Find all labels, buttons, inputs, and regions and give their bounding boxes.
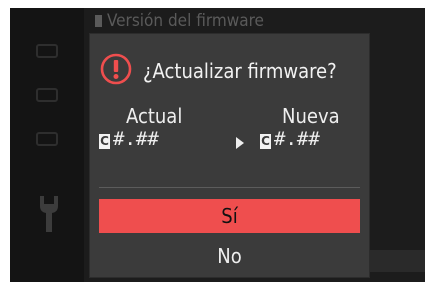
version-prefix-icon: C [260, 134, 271, 149]
new-version: C #.## [260, 128, 320, 150]
wrench-icon [40, 196, 58, 232]
firmware-update-dialog: ¿Actualizar firmware? Actual Nueva C #.##… [90, 34, 369, 277]
header-marker [95, 15, 102, 27]
warning-exclamation-icon [100, 53, 132, 85]
background-menu-header: Versión del firmware [95, 11, 264, 31]
menu-tab-marker [36, 88, 58, 102]
menu-tab-marker [36, 44, 58, 58]
right-arrow-icon [236, 137, 244, 149]
dialog-title: ¿Actualizar firmware? [143, 59, 337, 83]
dialog-title-row: ¿Actualizar firmware? [90, 34, 369, 110]
new-version-value: #.## [274, 128, 320, 150]
background-panel [370, 250, 425, 272]
yes-button[interactable]: Sí [99, 199, 360, 233]
menu-tab-marker [36, 132, 58, 146]
current-version-label: Actual [126, 104, 183, 128]
background-menu-title: Versión del firmware [107, 11, 264, 31]
current-version-value: #.## [113, 128, 159, 150]
divider [99, 187, 360, 188]
no-button[interactable]: No [99, 239, 360, 273]
camera-screen: Versión del firmware ¿Actualizar firmwar… [10, 8, 425, 282]
new-version-label: Nueva [282, 104, 340, 128]
current-version: C #.## [99, 128, 159, 150]
version-prefix-icon: C [99, 134, 110, 149]
